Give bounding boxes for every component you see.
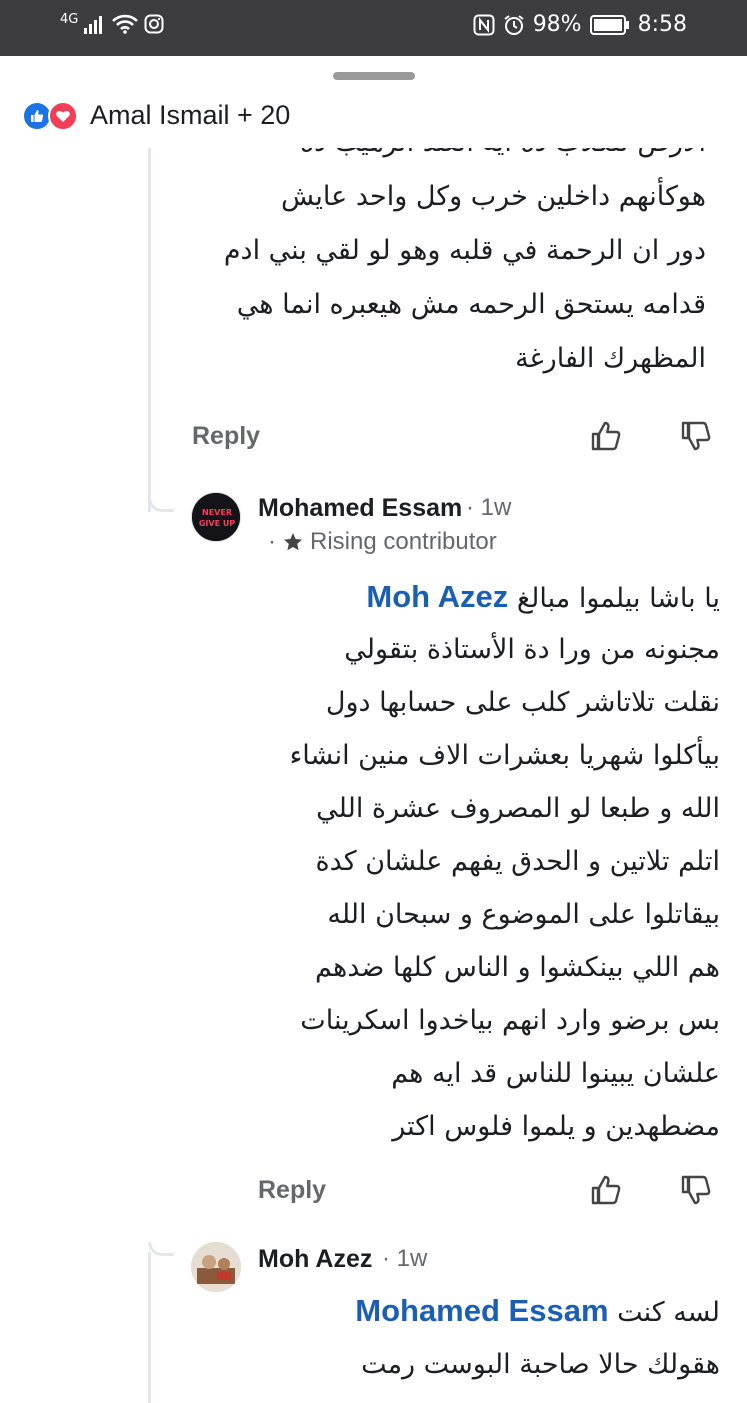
comment-line: دور ان الرحمة في قلبه وهو لو لقي بني ادم	[223, 235, 706, 266]
reply-button[interactable]: Reply	[192, 422, 260, 451]
wifi-icon	[112, 14, 139, 34]
alarm-icon	[504, 14, 524, 35]
comment-first-line: لسه كنت Mohamed Essam	[250, 1284, 720, 1338]
comment-first-line: يا باشا بيلموا مبالغ Moh Azez	[250, 570, 720, 623]
love-reaction-icon	[48, 100, 78, 131]
battery-icon	[589, 14, 629, 35]
comment-line: اتلم تلاتين و الحدق يفهم علشان كدة	[315, 846, 720, 877]
comment-line: مجنونه من ورا دة الأستاذة بتقولي	[344, 634, 720, 665]
dislike-icon[interactable]	[678, 418, 714, 454]
thread-line	[148, 148, 151, 512]
avatar[interactable]: NEVER GIVE UP	[191, 492, 241, 542]
status-left: 4G	[60, 11, 164, 34]
comment-line: قدامه يستحق الرحمه مش هيعبره انما هي	[236, 289, 706, 320]
comment-3-text: لسه كنت Mohamed Essam هقولك حالا صاحبة ا…	[250, 1284, 720, 1392]
instagram-icon	[144, 14, 164, 34]
comment-line: هوكأنهم داخلين خرب وكل واحد عايش	[281, 181, 706, 212]
reply-button[interactable]: Reply	[258, 1176, 326, 1205]
nfc-icon	[473, 14, 495, 35]
comment-line: المظهرك الفارغة	[515, 343, 706, 374]
comment-author[interactable]: Moh Azez	[258, 1245, 372, 1274]
comment-line: هقولك حالا صاحبة البوست رمت	[361, 1349, 720, 1380]
thread-elbow	[148, 1242, 174, 1256]
comment-line: يا باشا بيلموا مبالغ	[516, 583, 720, 614]
comments-sheet: Amal Ismail + 20 الارض للكلاب ده ايه الع…	[0, 56, 747, 1403]
comment-author[interactable]: Mohamed Essam	[258, 494, 462, 523]
avatar-text-giveup: GIVE UP	[199, 519, 235, 528]
sheet-grabber-handle[interactable]	[333, 72, 415, 80]
comment-time: · 1w	[382, 1245, 428, 1272]
mention-link[interactable]: Mohamed Essam	[355, 1293, 608, 1328]
star-icon	[284, 533, 302, 551]
dislike-icon[interactable]	[678, 1172, 714, 1208]
comment-2-text: يا باشا بيلموا مبالغ Moh Azez مجنونه من …	[250, 570, 720, 1153]
contributor-badge: · Rising contributor	[268, 528, 497, 556]
status-right: 98% 8:58	[473, 12, 687, 37]
thread-elbow	[148, 498, 174, 512]
badge-label: Rising contributor	[310, 528, 497, 555]
comment-line: هم اللي بينكشوا و الناس كلها ضدهم	[315, 952, 720, 983]
comment-line: بس برضو وارد انهم بياخدوا اسكرينات	[300, 1005, 720, 1036]
reactors-text: Amal Ismail + 20	[90, 100, 291, 130]
comment-line: مضطهدين و يلموا فلوس اكتر	[392, 1111, 720, 1142]
status-bar: 4G 98% 8:58	[0, 0, 747, 56]
comment-line: بيقاتلوا على الموضوع و سبحان الله	[327, 899, 720, 930]
signal-icon	[84, 16, 103, 34]
comment-time: · 1w	[466, 494, 512, 521]
thread-line	[148, 1252, 151, 1403]
comment-line: علشان يبينوا للناس قد ايه هم	[391, 1058, 720, 1089]
comment-time-value: 1w	[396, 1245, 428, 1272]
comment-line: الله و طبعا لو المصروف عشرة اللي	[316, 793, 720, 824]
badge-dot: ·	[268, 528, 276, 555]
scroll-clip	[150, 142, 747, 148]
comment-time-value: 1w	[480, 494, 512, 521]
network-type: 4G	[60, 11, 79, 27]
avatar-text-never: NEVER	[202, 508, 232, 517]
avatar[interactable]	[191, 1242, 241, 1292]
battery-percent: 98%	[532, 12, 582, 37]
comment-1-text: الارض للكلاب ده ايه العند الرهيب ده هوكأ…	[186, 144, 706, 394]
mention-link[interactable]: Moh Azez	[366, 579, 508, 614]
comment-line: نقلت تلاتاشر كلب على حسابها دول	[325, 687, 720, 718]
like-icon[interactable]	[588, 418, 624, 454]
comment-line: لسه كنت	[617, 1297, 720, 1328]
like-icon[interactable]	[588, 1172, 624, 1208]
clock-time: 8:58	[637, 12, 687, 37]
reactions-summary[interactable]: Amal Ismail + 20	[22, 100, 290, 131]
comment-line: بيأكلوا شهريا بعشرات الاف منين انشاء	[289, 740, 720, 771]
